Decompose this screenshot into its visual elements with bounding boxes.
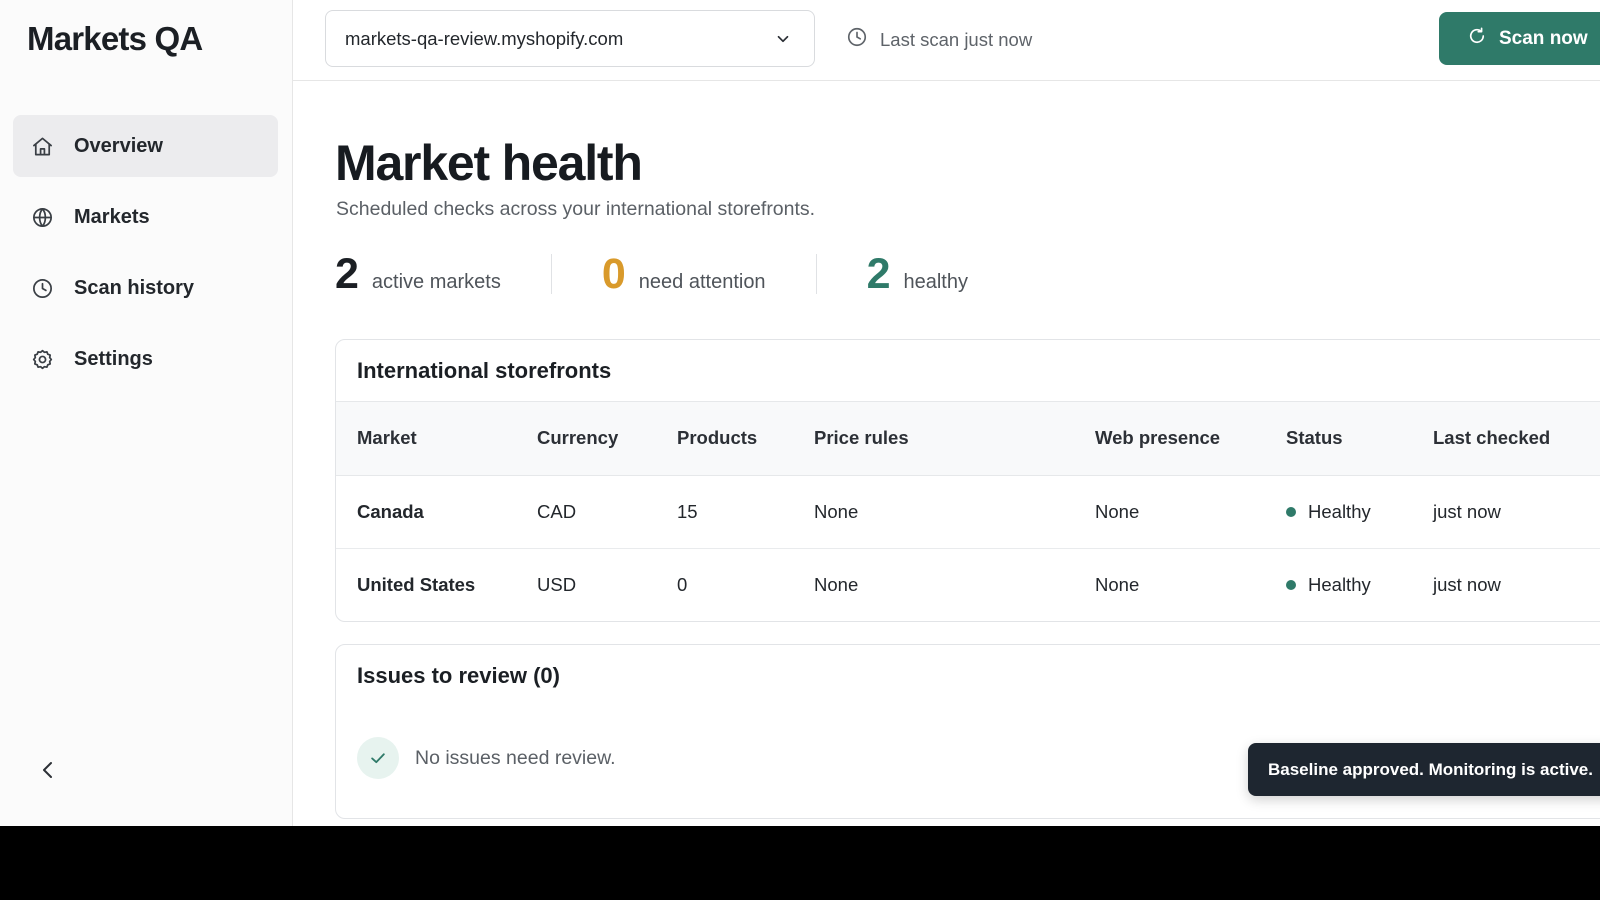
clock-icon xyxy=(30,276,54,300)
toast-notification: Baseline approved. Monitoring is active. xyxy=(1248,743,1600,796)
column-header: Market xyxy=(357,427,417,449)
app-title: Markets QA xyxy=(27,20,203,57)
sidebar-item-markets[interactable]: Markets xyxy=(13,186,278,248)
clock-icon xyxy=(846,26,880,53)
store-selector-value: markets-qa-review.myshopify.com xyxy=(345,27,624,49)
sidebar-item-label: Scan history xyxy=(74,276,195,299)
stat-divider xyxy=(815,254,817,294)
sidebar-item-settings[interactable]: Settings xyxy=(13,328,278,390)
cell-web-presence: None xyxy=(1095,500,1140,522)
page-subtitle: Scheduled checks across your internation… xyxy=(336,198,816,220)
stat-label: active markets xyxy=(371,271,501,293)
status-text: Healthy xyxy=(1308,573,1371,595)
scan-now-label: Scan now xyxy=(1499,27,1588,49)
page-title: Market health xyxy=(335,135,643,191)
cell-last-checked: just now xyxy=(1433,500,1501,522)
chevron-down-icon xyxy=(774,30,792,48)
collapse-sidebar-button[interactable] xyxy=(36,758,60,782)
stat-value: 0 xyxy=(601,250,626,298)
scan-now-button[interactable]: Scan now xyxy=(1439,12,1600,65)
topbar: markets-qa-review.myshopify.com Last sca… xyxy=(293,0,1600,81)
stat-label: healthy xyxy=(903,271,968,293)
sidebar: Markets QA Overview Markets Scan history xyxy=(0,0,293,826)
issues-empty-state: No issues need review. xyxy=(357,737,616,779)
sidebar-item-overview[interactable]: Overview xyxy=(13,115,278,177)
stat-label: need attention xyxy=(638,271,766,293)
stat-need-attention: 0 need attention xyxy=(602,250,766,298)
issues-title: Issues to review (0) xyxy=(357,663,560,688)
cell-web-presence: None xyxy=(1095,573,1140,595)
stats-summary: 2 active markets 0 need attention 2 heal… xyxy=(335,250,968,298)
column-header: Currency xyxy=(537,427,619,449)
last-scan-text: Last scan just now xyxy=(880,28,1033,50)
chevron-left-icon xyxy=(36,762,60,786)
store-selector[interactable]: markets-qa-review.myshopify.com xyxy=(325,10,815,67)
cell-market: United States xyxy=(357,573,476,595)
sidebar-item-label: Settings xyxy=(74,347,153,370)
cell-status: Healthy xyxy=(1286,548,1433,621)
sidebar-item-label: Markets xyxy=(74,205,150,228)
globe-icon xyxy=(30,205,54,229)
storefronts-title: International storefronts xyxy=(336,340,1600,402)
gear-icon xyxy=(30,347,54,371)
storefronts-card: International storefronts Market Currenc… xyxy=(335,339,1600,622)
status-text: Healthy xyxy=(1308,500,1371,522)
stat-value: 2 xyxy=(866,250,891,298)
status-badge: Healthy xyxy=(1286,501,1433,523)
storefronts-table: Market Currency Products Price rules Web… xyxy=(336,402,1600,621)
column-header: Web presence xyxy=(1095,427,1221,449)
status-dot-icon xyxy=(1286,579,1296,590)
toast-message: Baseline approved. Monitoring is active. xyxy=(1268,759,1593,779)
cell-products: 0 xyxy=(677,573,688,595)
home-icon xyxy=(30,134,54,158)
stat-divider xyxy=(550,254,552,294)
sidebar-item-label: Overview xyxy=(74,134,163,157)
cell-market: Canada xyxy=(357,500,424,522)
table-header-row: Market Currency Products Price rules Web… xyxy=(336,402,1600,475)
column-header: Price rules xyxy=(814,427,909,449)
cell-currency: USD xyxy=(537,573,577,595)
main-content: markets-qa-review.myshopify.com Last sca… xyxy=(293,0,1600,826)
cell-status: Healthy xyxy=(1286,475,1433,548)
table-row[interactable]: Canada CAD 15 None None Healthy just now xyxy=(336,475,1600,548)
check-icon xyxy=(357,737,399,779)
cell-products: 15 xyxy=(677,500,698,522)
app-window: Markets QA Overview Markets Scan history xyxy=(0,0,1600,826)
empty-state-text: No issues need review. xyxy=(415,746,616,769)
sidebar-nav: Overview Markets Scan history Settings xyxy=(13,115,278,399)
stat-active-markets: 2 active markets xyxy=(335,250,501,298)
table-row[interactable]: United States USD 0 None None Healthy ju… xyxy=(336,548,1600,621)
stat-value: 2 xyxy=(335,250,359,298)
refresh-icon xyxy=(1467,26,1499,52)
cell-price-rules: None xyxy=(814,573,859,595)
cell-last-checked: just now xyxy=(1433,573,1501,595)
column-header: Last checked xyxy=(1433,427,1551,449)
stat-healthy: 2 healthy xyxy=(867,250,968,298)
column-header: Status xyxy=(1286,427,1343,449)
column-header: Products xyxy=(677,427,758,449)
cell-currency: CAD xyxy=(537,500,577,522)
sidebar-item-scan-history[interactable]: Scan history xyxy=(13,257,278,319)
status-dot-icon xyxy=(1286,506,1296,517)
last-scan-status: Last scan just now xyxy=(846,26,1032,53)
status-badge: Healthy xyxy=(1286,574,1433,596)
cell-price-rules: None xyxy=(814,500,859,522)
